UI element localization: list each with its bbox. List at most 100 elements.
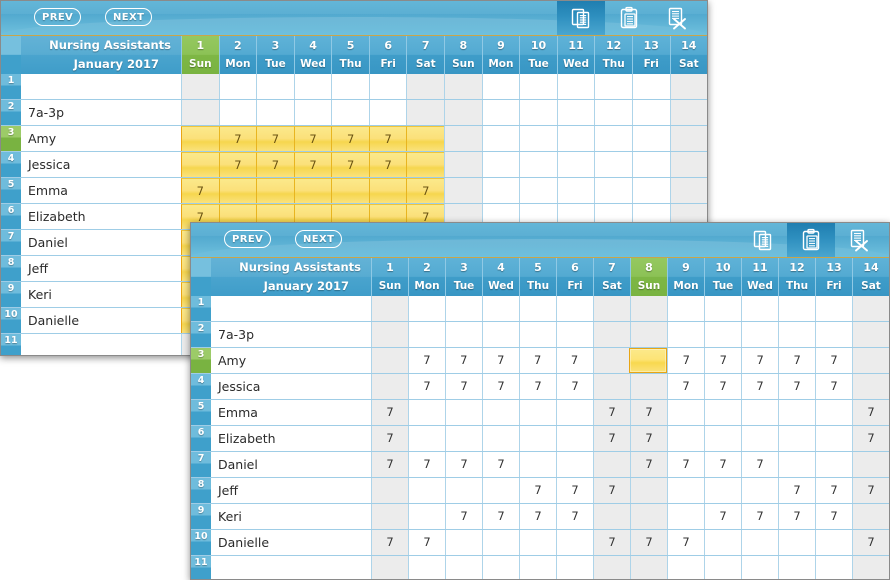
shift-cell[interactable] <box>408 322 445 347</box>
shift-cell[interactable] <box>481 126 520 151</box>
shift-cell[interactable] <box>778 556 815 579</box>
shift-cell[interactable]: 7 <box>852 426 889 451</box>
shift-cell[interactable]: 7 <box>293 126 332 151</box>
staff-name-cell[interactable]: Amy <box>211 348 371 373</box>
shift-cell[interactable]: 7 <box>704 452 741 477</box>
shift-cell[interactable]: 7 <box>371 530 408 555</box>
shift-cell[interactable]: 7 <box>815 374 852 399</box>
shift-cell[interactable]: 7 <box>815 348 852 373</box>
shift-cell[interactable]: 7 <box>778 504 815 529</box>
shift-cell[interactable]: 7 <box>445 504 482 529</box>
shift-cell[interactable] <box>444 126 482 151</box>
shift-cell[interactable] <box>445 400 482 425</box>
prev-button[interactable]: PREV <box>224 230 272 248</box>
row-number-9[interactable]: 9 <box>1 282 21 307</box>
shift-cell[interactable]: 7 <box>741 504 778 529</box>
shift-cell[interactable] <box>852 296 889 321</box>
shift-cell[interactable] <box>408 556 445 579</box>
shift-cell[interactable]: 7 <box>556 504 593 529</box>
shift-cell[interactable] <box>667 322 704 347</box>
paste-icon-button[interactable] <box>605 1 653 35</box>
shift-cell[interactable]: 7 <box>741 348 779 373</box>
staff-name-cell[interactable]: Jessica <box>211 374 371 399</box>
shift-cell[interactable] <box>482 322 519 347</box>
day-header-5[interactable]: 5 Thu <box>331 36 369 74</box>
shift-cell[interactable] <box>704 478 741 503</box>
shift-cell[interactable] <box>592 348 630 373</box>
shift-cell[interactable] <box>406 100 445 125</box>
shift-cell[interactable] <box>408 296 445 321</box>
shift-cell[interactable] <box>556 530 593 555</box>
shift-cell[interactable]: 7 <box>407 348 445 373</box>
day-header-10[interactable]: 10 Tue <box>519 36 557 74</box>
shift-cell[interactable] <box>445 478 482 503</box>
shift-cell[interactable]: 7 <box>556 374 593 399</box>
shift-cell[interactable]: 7 <box>555 348 593 373</box>
shift-cell[interactable]: 7 <box>519 504 556 529</box>
day-header-4[interactable]: 4 Wed <box>293 36 332 74</box>
copy-icon-button[interactable] <box>739 223 787 257</box>
shift-cell[interactable] <box>630 504 667 529</box>
shift-cell[interactable] <box>406 126 445 151</box>
shift-cell[interactable] <box>482 400 519 425</box>
shift-cell[interactable] <box>293 74 332 99</box>
shift-cell[interactable] <box>482 556 519 579</box>
shift-cell[interactable] <box>556 322 593 347</box>
shift-cell[interactable]: 7 <box>444 348 482 373</box>
shift-cell[interactable] <box>667 296 704 321</box>
shift-cell[interactable] <box>331 178 369 203</box>
shift-cell[interactable] <box>778 530 815 555</box>
staff-name-cell[interactable]: 7a-3p <box>211 322 371 347</box>
shift-cell[interactable] <box>593 322 630 347</box>
shift-cell[interactable] <box>481 74 520 99</box>
row-number-4[interactable]: 4 <box>1 152 21 177</box>
shift-cell[interactable] <box>556 426 593 451</box>
shift-cell[interactable] <box>181 100 219 125</box>
shift-cell[interactable] <box>444 152 482 177</box>
day-header-7[interactable]: 7 Sat <box>406 36 445 74</box>
shift-cell[interactable]: 7 <box>371 400 408 425</box>
shift-cell[interactable] <box>368 100 407 125</box>
staff-name-cell[interactable] <box>21 334 181 355</box>
shift-cell[interactable] <box>704 530 741 555</box>
shift-cell[interactable]: 7 <box>406 178 445 203</box>
shift-cell[interactable] <box>371 374 408 399</box>
shift-cell[interactable] <box>368 178 407 203</box>
shift-cell[interactable]: 7 <box>218 126 257 151</box>
staff-name-cell[interactable]: Keri <box>21 282 181 307</box>
day-header-9[interactable]: 9 Mon <box>667 258 704 296</box>
shift-cell[interactable] <box>778 426 815 451</box>
shift-cell[interactable]: 7 <box>408 530 445 555</box>
shift-cell[interactable]: 7 <box>852 530 889 555</box>
row-number-9[interactable]: 9 <box>191 504 211 529</box>
shift-cell[interactable]: 7 <box>741 452 778 477</box>
shift-cell[interactable]: 7 <box>481 348 519 373</box>
shift-cell[interactable] <box>408 478 445 503</box>
shift-cell[interactable] <box>669 100 707 125</box>
day-header-14[interactable]: 14 Sat <box>852 258 889 296</box>
shift-cell[interactable] <box>331 74 369 99</box>
day-header-6[interactable]: 6 Fri <box>556 258 593 296</box>
shift-cell[interactable]: 7 <box>368 152 407 177</box>
shift-cell[interactable]: 7 <box>667 374 704 399</box>
shift-cell[interactable] <box>519 296 556 321</box>
shift-cell[interactable]: 7 <box>256 126 294 151</box>
shift-cell[interactable]: 7 <box>482 504 519 529</box>
shift-cell[interactable]: 7 <box>778 374 815 399</box>
shift-cell[interactable] <box>331 100 369 125</box>
staff-name-cell[interactable]: Daniel <box>21 230 181 255</box>
shift-cell[interactable] <box>815 400 852 425</box>
staff-name-cell[interactable]: Jessica <box>21 152 181 177</box>
shift-cell[interactable]: 7 <box>630 530 667 555</box>
shift-cell[interactable]: 7 <box>293 152 332 177</box>
shift-cell[interactable] <box>371 322 408 347</box>
shift-cell[interactable] <box>181 74 219 99</box>
shift-cell[interactable] <box>218 178 257 203</box>
row-number-4[interactable]: 4 <box>191 374 211 399</box>
shift-cell[interactable]: 7 <box>593 530 630 555</box>
shift-cell[interactable]: 7 <box>482 452 519 477</box>
staff-name-cell[interactable]: 7a-3p <box>21 100 181 125</box>
row-number-6[interactable]: 6 <box>1 204 21 229</box>
row-number-10[interactable]: 10 <box>191 530 211 555</box>
row-number-6[interactable]: 6 <box>191 426 211 451</box>
